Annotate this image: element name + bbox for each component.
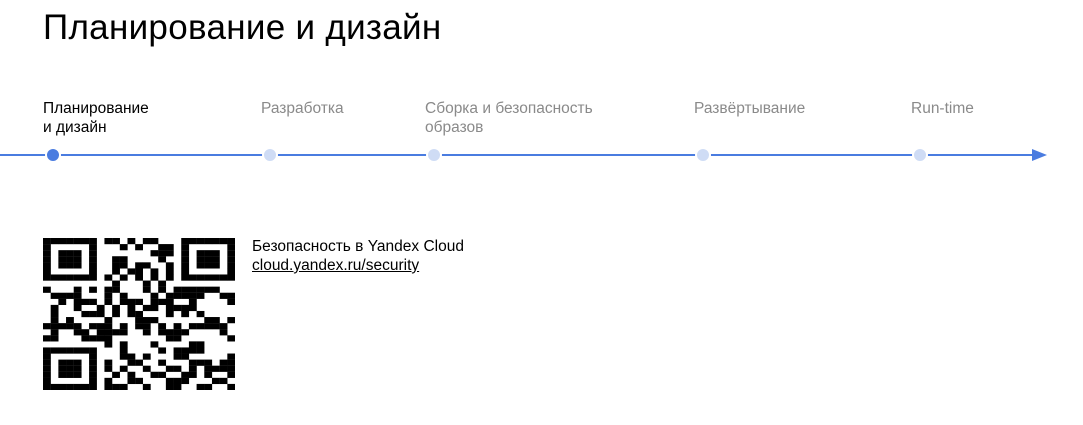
stage-label-runtime: Run-time: [911, 99, 974, 118]
stage-label-line1: Планирование: [43, 100, 149, 117]
stage-label-line2: и дизайн: [43, 119, 107, 136]
timeline-dot-deployment: [695, 147, 711, 163]
stage-label-line1: Run-time: [911, 100, 974, 117]
arrow-right-icon: [1032, 149, 1047, 161]
stage-label-line1: Развёртывание: [694, 100, 806, 117]
stage-label-line1: Сборка и безопасность: [425, 100, 593, 117]
page-title: Планирование и дизайн: [43, 8, 442, 47]
stage-label-line2: образов: [425, 119, 484, 136]
stage-label-build-security: Сборка и безопасность образов: [425, 99, 593, 137]
timeline-dot-development: [262, 147, 278, 163]
timeline-dot-runtime: [912, 147, 928, 163]
timeline-dot-build-security: [426, 147, 442, 163]
qr-code-icon[interactable]: [43, 238, 235, 390]
stage-label-development: Разработка: [261, 99, 344, 118]
resource-link[interactable]: cloud.yandex.ru/security: [252, 256, 419, 275]
stage-label-planning: Планирование и дизайн: [43, 99, 149, 137]
stage-label-deployment: Развёртывание: [694, 99, 805, 118]
stage-label-line1: Разработка: [261, 100, 344, 117]
timeline: [0, 147, 1047, 163]
timeline-dot-planning: [45, 147, 61, 163]
resource-title: Безопасность в Yandex Cloud: [252, 238, 464, 255]
